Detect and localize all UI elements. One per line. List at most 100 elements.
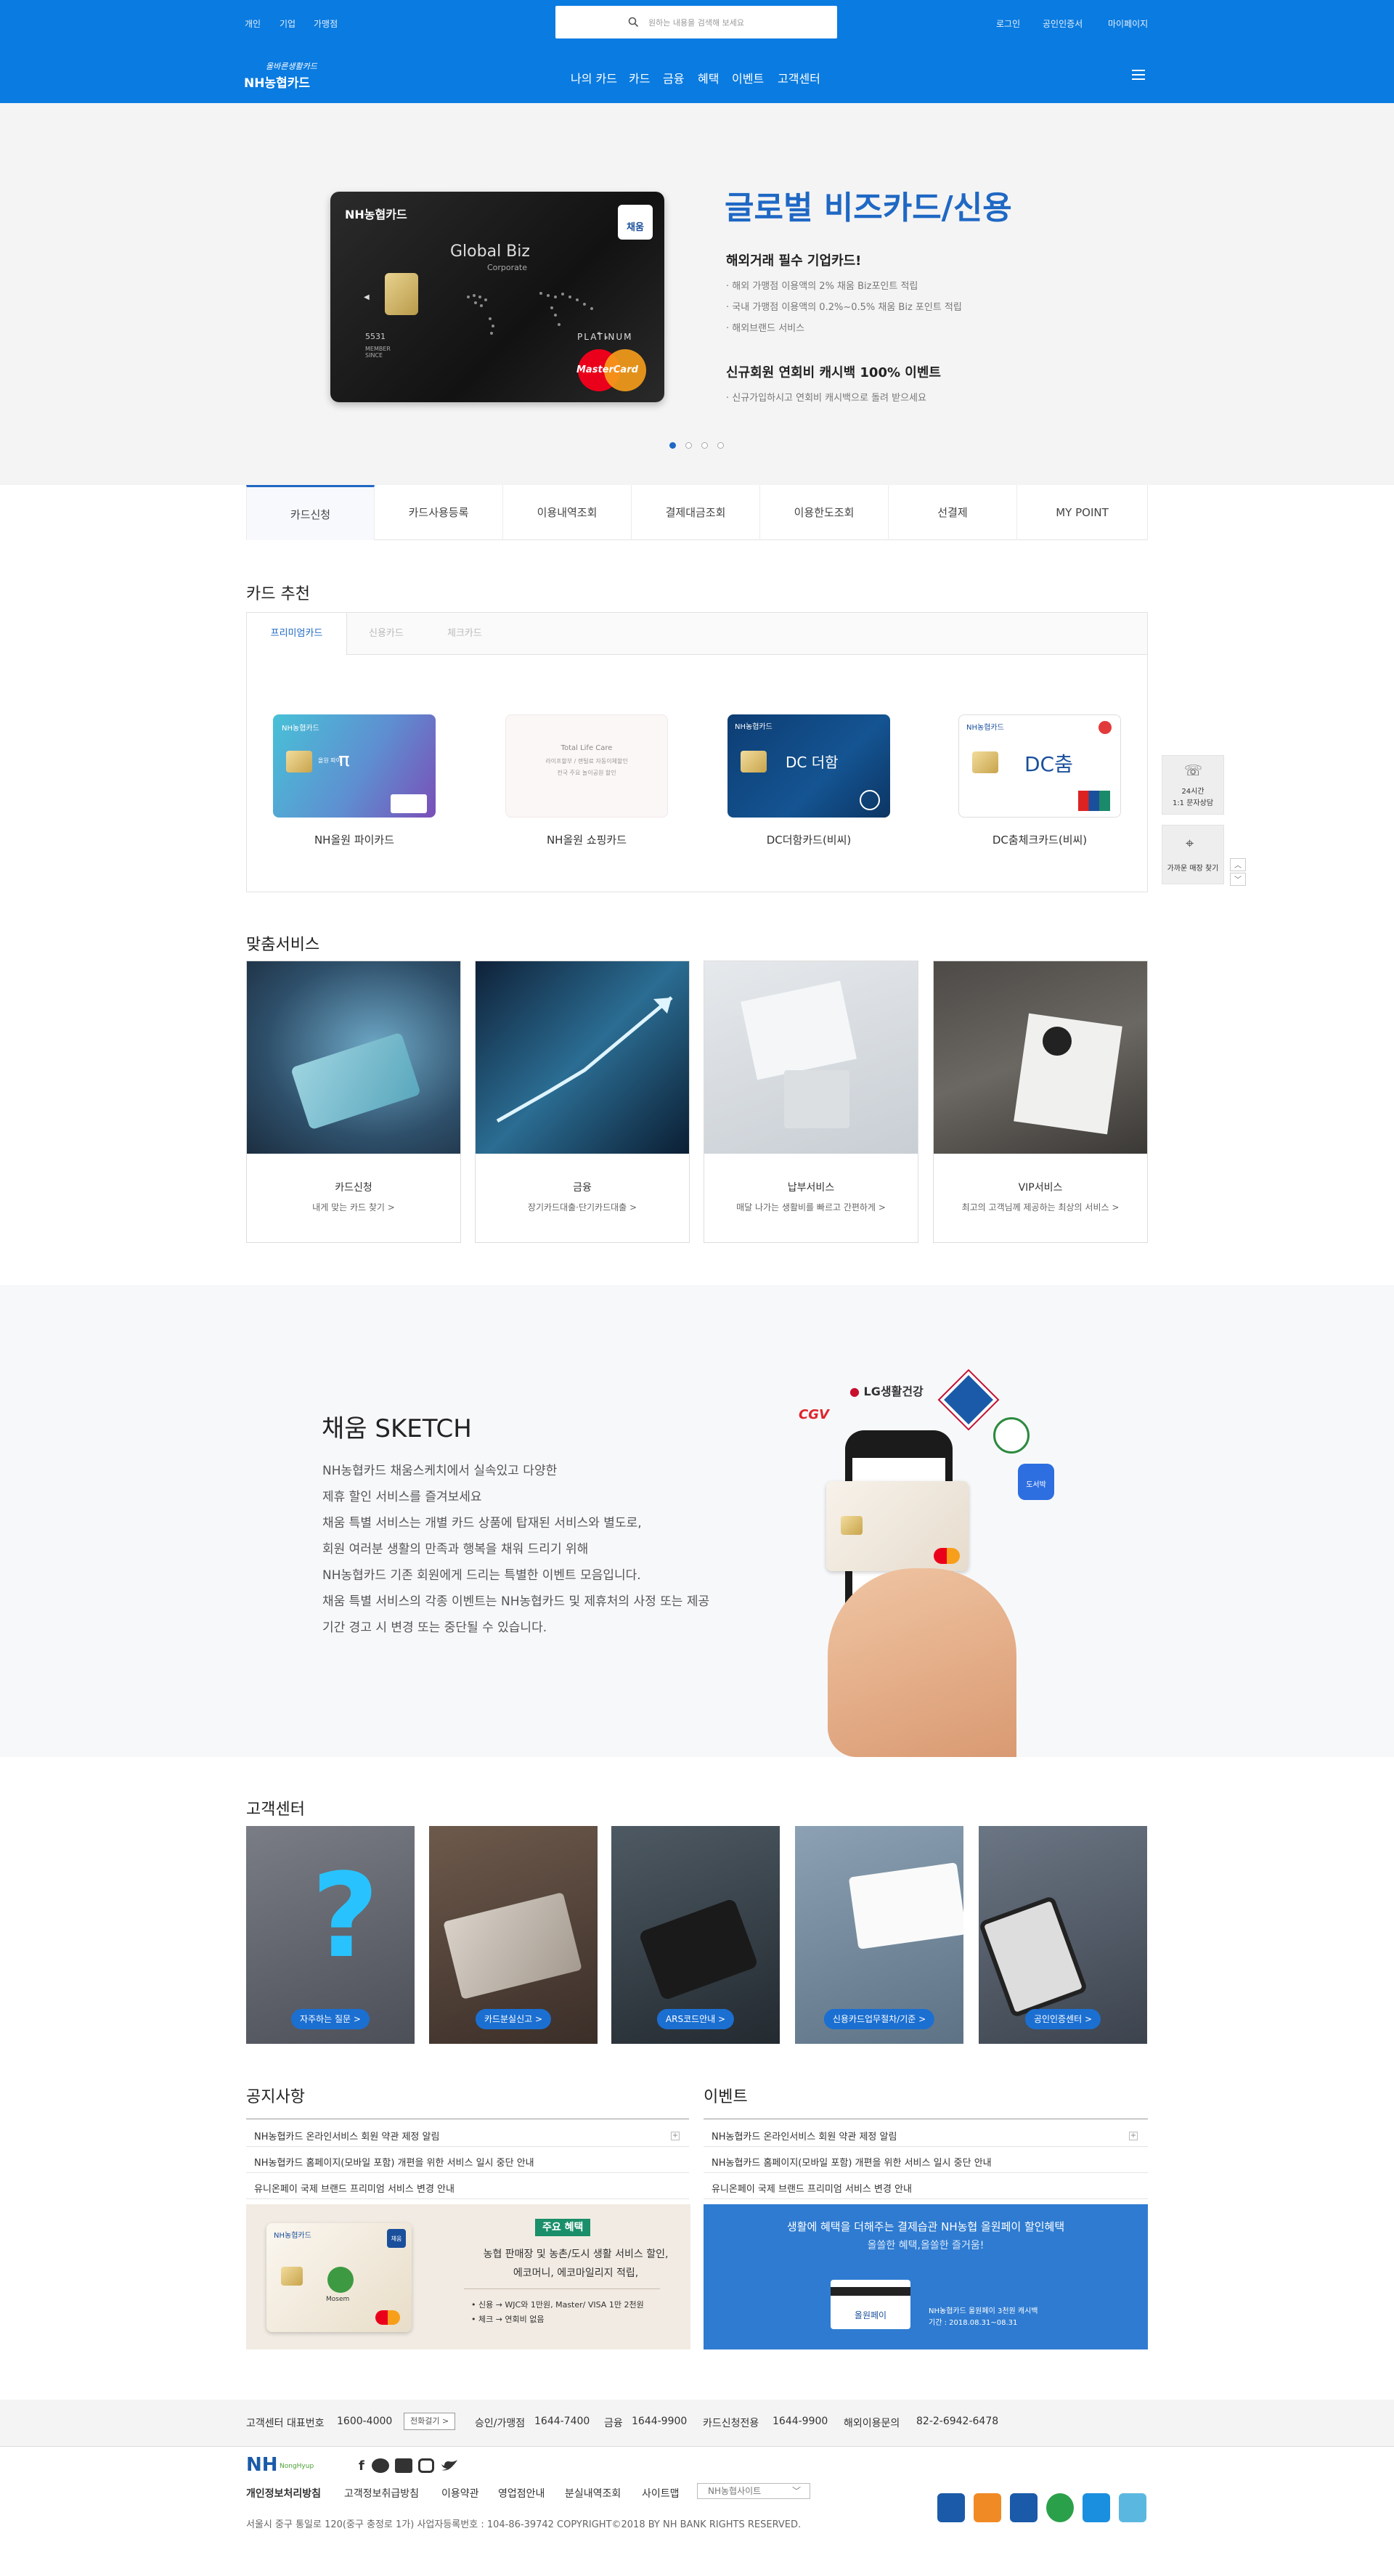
search-input[interactable]: 원하는 내용을 검색해 보세요 [555, 6, 837, 38]
carousel-dot[interactable] [701, 442, 708, 449]
lg-logo: ● LG생활건강 [849, 1385, 924, 1398]
nav-card[interactable]: 카드 [629, 69, 650, 86]
site-select[interactable]: NH농협사이트 ﹀ [697, 2483, 810, 2499]
nav-benefit[interactable]: 혜택 [698, 69, 719, 86]
nav-finance[interactable]: 금융 [663, 69, 684, 86]
promo-headline: 생활에 혜택을 더해주는 결제습관 NH농협 올원페이 할인혜택 [786, 2220, 1065, 2233]
promo-banner-card[interactable]: NH농협카드 채움 Mosem 주요 혜택 농협 판매장 및 농촌/도시 생활 … [246, 2204, 690, 2349]
event-item[interactable]: NH농협카드 온라인서비스 회원 약관 제정 알림 [712, 2129, 897, 2143]
service-title: 금융 [573, 1182, 592, 1194]
carousel-dot[interactable] [717, 442, 724, 449]
notice-item[interactable]: NH농협카드 온라인서비스 회원 약관 제정 알림 [254, 2129, 439, 2143]
card-name-label[interactable]: DC춤체크카드(비씨) [958, 832, 1121, 847]
tab-my-point[interactable]: MY POINT [1017, 485, 1148, 540]
card-image-brand: NH농협카드 [282, 725, 319, 733]
store-finder-button[interactable]: ⌖ 가까운 매장 찾기 [1162, 825, 1224, 884]
logo[interactable]: 올바른생활카드 NH농협카드 [244, 60, 317, 91]
event-item[interactable]: 유니온페이 국제 브랜드 프리미엄 서비스 변경 안내 [712, 2181, 912, 2195]
faq-button[interactable]: 자주하는 질문 > [291, 2009, 370, 2029]
service-title: VIP서비스 [1018, 1182, 1063, 1194]
card-procedure-tile[interactable]: 신용카드업무절차/기준 > [795, 1826, 963, 2044]
card-badge: 채움 [618, 205, 653, 240]
hand-illustration [828, 1568, 1016, 1757]
card-image[interactable]: NH농협카드 DC 더함 [727, 714, 890, 818]
certificate-center-tile[interactable]: 공인인증센터 > [979, 1826, 1147, 2044]
hero-card-image[interactable]: NH농협카드 채움 Global Biz Corporate ◀ 5531 ME… [330, 192, 664, 402]
notice-item[interactable]: NH농협카드 홈페이지(모바일 포함) 개편을 위한 서비스 일시 중단 안내 [254, 2155, 534, 2169]
card-image[interactable]: NH농협카드 DC춤 [958, 714, 1121, 818]
util-corporate-link[interactable]: 기업 [280, 17, 295, 30]
footer-link-sitemap[interactable]: 사이트맵 [642, 2486, 680, 2500]
service-card-apply[interactable]: 카드신청 내게 맞는 카드 찾기 > [246, 961, 461, 1243]
chat-consult-button[interactable]: ☏ 24시간 1:1 문자상담 [1162, 755, 1224, 815]
card-name-label[interactable]: DC더함카드(비씨) [727, 832, 890, 847]
nav-my-card[interactable]: 나의 카드 [571, 69, 617, 86]
card-image[interactable]: NH농협카드 π 올원 파이 [273, 714, 436, 818]
chip-icon [281, 2267, 303, 2286]
scroll-down-button[interactable]: ﹀ [1230, 873, 1246, 886]
footer-link-branches[interactable]: 영업점안내 [498, 2486, 545, 2500]
tab-usage-history[interactable]: 이용내역조회 [503, 485, 632, 540]
cs-number: 1600-4000 [337, 2416, 393, 2427]
tab-credit-card[interactable]: 신용카드 [369, 613, 404, 655]
service-payment[interactable]: 납부서비스 매달 나가는 생활비를 빠르고 간편하게 > [704, 961, 918, 1243]
card-procedure-button[interactable]: 신용카드업무절차/기준 > [823, 2009, 935, 2029]
event-item[interactable]: NH농협카드 홈페이지(모바일 포함) 개편을 위한 서비스 일시 중단 안내 [712, 2155, 992, 2169]
mypage-link[interactable]: 마이페이지 [1108, 17, 1148, 30]
call-button[interactable]: 전화걸기 > [404, 2413, 456, 2430]
scroll-up-button[interactable]: ︿ [1230, 858, 1246, 871]
faq-tile[interactable]: ? 자주하는 질문 > [246, 1826, 415, 2044]
card-name-label[interactable]: NH올원 쇼핑카드 [505, 832, 668, 847]
service-desc: 내게 맞는 카드 찾기 > [312, 1202, 395, 1212]
footer-link-customer-info[interactable]: 고객정보취급방침 [344, 2486, 419, 2500]
nav-event[interactable]: 이벤트 [732, 69, 764, 86]
footer-address: 서울시 중구 통일로 120(중구 충정로 1가) 사업자등록번호 : 104-… [246, 2519, 802, 2530]
search-placeholder: 원하는 내용을 검색해 보세요 [648, 18, 744, 28]
service-vip[interactable]: VIP서비스 최고의 고객님께 제공하는 최상의 서비스 > [933, 961, 1148, 1243]
arrow-left-icon: ◀ [364, 293, 370, 301]
tab-prepayment[interactable]: 선결제 [889, 485, 1017, 540]
kakao-icon[interactable] [372, 2458, 389, 2473]
chip-icon [741, 751, 767, 773]
blog-icon[interactable] [395, 2458, 412, 2473]
util-merchant-link[interactable]: 가맹점 [314, 17, 338, 30]
event-more-icon[interactable]: + [1129, 2132, 1138, 2140]
card-name-label[interactable]: NH올원 파이카드 [273, 832, 436, 847]
service-finance[interactable]: 금융 장기카드대출·단기카드대출 > [475, 961, 690, 1243]
logo-tagline: 올바른생활카드 [266, 62, 317, 71]
certificate-center-button[interactable]: 공인인증센터 > [1024, 2009, 1101, 2029]
notice-item[interactable]: 유니온페이 국제 브랜드 프리미엄 서비스 변경 안내 [254, 2181, 455, 2195]
sketch-line: 기간 경고 시 변경 또는 중단될 수 있습니다. [322, 1621, 547, 1635]
footer-link-privacy[interactable]: 개인정보처리방침 [246, 2486, 321, 2500]
notice-more-icon[interactable]: + [671, 2132, 680, 2140]
carousel-dot[interactable] [685, 442, 692, 449]
footer-link-terms[interactable]: 이용약관 [441, 2486, 479, 2500]
menu-icon[interactable] [1132, 69, 1145, 81]
login-link[interactable]: 로그인 [996, 17, 1020, 30]
card-loss-button[interactable]: 카드분실신고 > [475, 2009, 552, 2029]
certificate-link[interactable]: 공인인증서 [1043, 17, 1083, 30]
contact-label: 승인/가맹점 [475, 2418, 526, 2429]
promo-banner-onepay[interactable]: 생활에 혜택을 더해주는 결제습관 NH농협 올원페이 할인혜택 올쏠한 혜택,… [704, 2204, 1148, 2349]
ars-button[interactable]: ARS코드안내 > [656, 2009, 735, 2029]
location-pin-icon: ⌖ [1186, 834, 1194, 852]
tab-card-apply[interactable]: 카드신청 [246, 485, 375, 540]
footer-link-loss-history[interactable]: 분실내역조회 [565, 2486, 621, 2500]
carousel-dot-active[interactable] [669, 442, 676, 449]
service-desc: 매달 나가는 생활비를 빠르고 간편하게 > [736, 1202, 886, 1212]
tab-card-register[interactable]: 카드사용등록 [375, 485, 503, 540]
instagram-icon[interactable] [418, 2458, 434, 2473]
tab-premium-card[interactable]: 프리미엄카드 [247, 613, 347, 655]
util-personal-link[interactable]: 개인 [245, 17, 261, 30]
sketch-line: 회원 여러분 생활의 만족과 행복을 채워 드리기 위해 [322, 1542, 589, 1557]
tab-limit-inquiry[interactable]: 이용한도조회 [760, 485, 889, 540]
card-loss-tile[interactable]: 카드분실신고 > [429, 1826, 598, 2044]
facebook-icon[interactable]: f [359, 2458, 364, 2474]
card-image[interactable]: Total Life Care 라이프할부 / 랜털료 자동이체할인 전국 주요… [505, 714, 668, 818]
tab-payment-inquiry[interactable]: 결제대금조회 [632, 485, 760, 540]
ars-tile[interactable]: ARS코드안내 > [611, 1826, 780, 2044]
twitter-icon[interactable] [440, 2458, 459, 2473]
tab-check-card[interactable]: 체크카드 [447, 613, 482, 655]
card-image-mark: DC춤 [1024, 752, 1073, 776]
nav-customer-center[interactable]: 고객센터 [778, 69, 820, 86]
